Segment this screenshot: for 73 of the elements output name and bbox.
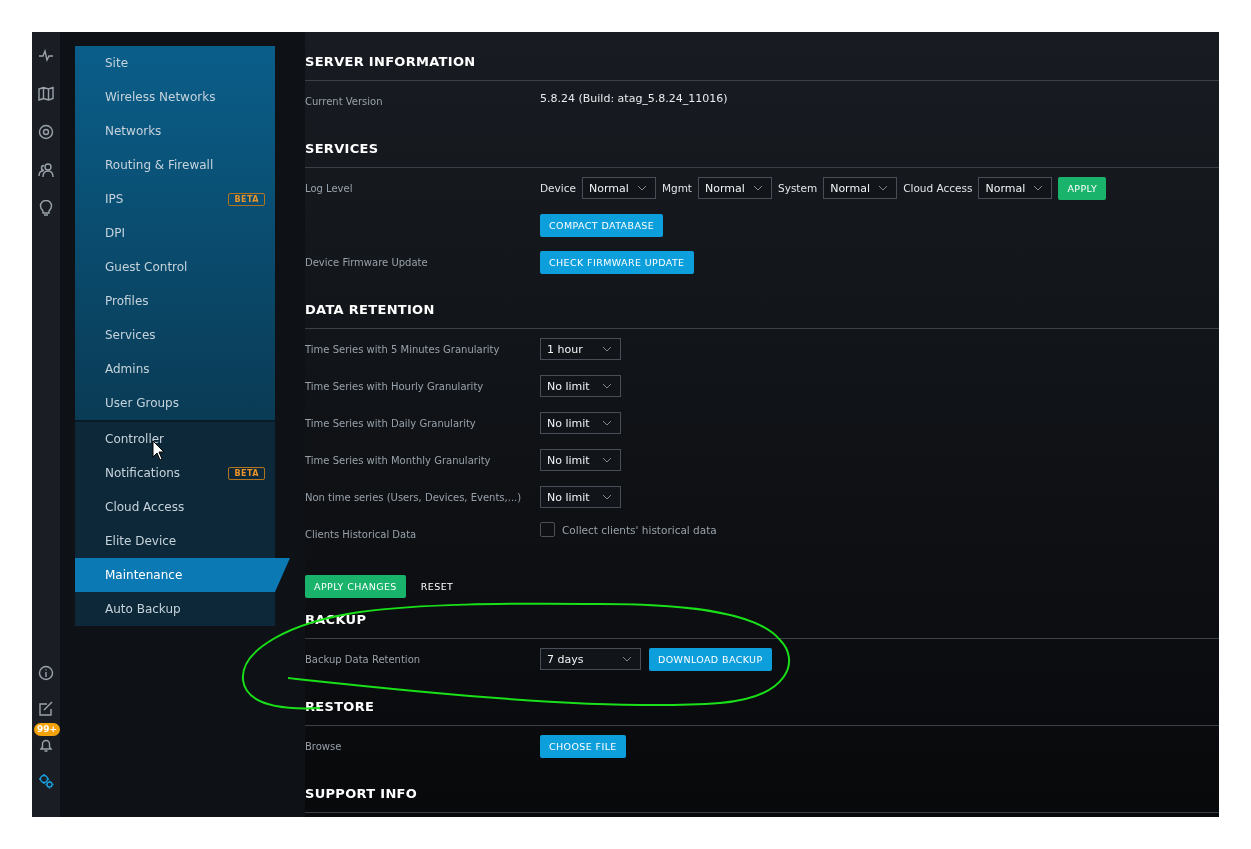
chevron-down-icon <box>602 420 612 426</box>
edit-icon[interactable] <box>38 701 54 717</box>
section-heading: SERVICES <box>305 139 1219 168</box>
notification-badge: 99+ <box>34 723 61 736</box>
users-icon[interactable] <box>38 162 54 178</box>
row-label: Non time series (Users, Devices, Events,...) <box>305 491 522 505</box>
menu-item[interactable]: User Groups <box>75 386 275 420</box>
chevron-down-icon <box>1033 185 1044 191</box>
field-label: Mgmt <box>661 181 692 196</box>
selection-pointer <box>275 558 290 592</box>
bell-icon[interactable] <box>38 737 54 753</box>
dropdown[interactable]: Normal <box>823 177 898 199</box>
pulse-icon[interactable] <box>38 48 54 64</box>
checkbox-label: Collect clients' historical data <box>562 523 717 536</box>
chevron-down-icon <box>602 346 612 352</box>
dropdown[interactable]: 7 days <box>540 648 641 670</box>
section-heading: SERVER INFORMATION <box>305 52 1219 81</box>
chevron-down-icon <box>602 383 612 389</box>
dropdown[interactable]: No limit <box>540 449 621 471</box>
row-label: Browse <box>305 740 342 754</box>
section-heading: DATA RETENTION <box>305 300 1219 329</box>
section-heading: SUPPORT INFO <box>305 784 1219 813</box>
dropdown[interactable]: Normal <box>698 177 772 199</box>
dropdown[interactable]: Normal <box>978 177 1053 199</box>
beta-badge: BETA <box>228 466 265 480</box>
row-label: Time Series with Daily Granularity <box>305 417 476 431</box>
dropdown[interactable]: Normal <box>581 177 656 199</box>
field-label: System <box>778 181 818 196</box>
menu-item[interactable]: Notifications BETA <box>75 456 275 490</box>
menu-item[interactable]: Site <box>75 46 275 80</box>
info-icon[interactable] <box>38 665 54 681</box>
chevron-down-icon <box>753 185 763 191</box>
menu-item[interactable]: Auto Backup <box>75 592 275 626</box>
settings-icon[interactable] <box>38 773 54 789</box>
chevron-down-icon <box>622 656 632 662</box>
chevron-down-icon <box>636 185 647 191</box>
field-label: Cloud Access <box>903 181 973 196</box>
menu-item[interactable]: Admins <box>75 352 275 386</box>
version-text: 5.8.24 (Build: atag_5.8.24_11016) <box>540 91 728 107</box>
row-label: Time Series with 5 Minutes Granularity <box>305 343 500 357</box>
menu-item[interactable]: Cloud Access <box>75 490 275 524</box>
menu-item[interactable]: Guest Control <box>75 250 275 284</box>
menu-item[interactable]: DPI <box>75 216 275 250</box>
menu-item[interactable]: Routing & Firewall <box>75 148 275 182</box>
target-icon[interactable] <box>38 124 54 140</box>
menu-item[interactable]: Profiles <box>75 284 275 318</box>
field-label: Device <box>540 181 576 196</box>
row-label: Time Series with Hourly Granularity <box>305 380 484 394</box>
lightbulb-icon[interactable] <box>38 200 54 216</box>
beta-badge: BETA <box>228 192 265 206</box>
chevron-down-icon <box>602 494 612 500</box>
checkbox[interactable] <box>540 522 555 537</box>
dropdown[interactable]: No limit <box>540 412 621 434</box>
row-label: Current Version <box>305 95 383 109</box>
row-label: Backup Data Retention <box>305 653 421 667</box>
menu-item[interactable]: Wireless Networks <box>75 80 275 114</box>
chevron-down-icon <box>602 457 612 463</box>
chevron-down-icon <box>878 185 889 191</box>
map-icon[interactable] <box>38 86 54 102</box>
menu-item[interactable]: IPS BETA <box>75 182 275 216</box>
dropdown[interactable]: 1 hour <box>540 338 621 360</box>
menu-item[interactable]: Services <box>75 318 275 352</box>
menu-item[interactable]: Networks <box>75 114 275 148</box>
row-label: Clients Historical Data <box>305 528 417 542</box>
section-heading: RESTORE <box>305 697 1219 726</box>
row-label: Log Level <box>305 182 353 196</box>
menu-item[interactable]: Elite Device <box>75 524 275 558</box>
dropdown[interactable]: No limit <box>540 486 621 508</box>
row-label: Time Series with Monthly Granularity <box>305 454 491 468</box>
dropdown[interactable]: No limit <box>540 375 621 397</box>
menu-item[interactable]: Controller <box>75 422 275 456</box>
row-label: Device Firmware Update <box>305 256 428 270</box>
link-button[interactable]: RESET <box>411 575 463 598</box>
